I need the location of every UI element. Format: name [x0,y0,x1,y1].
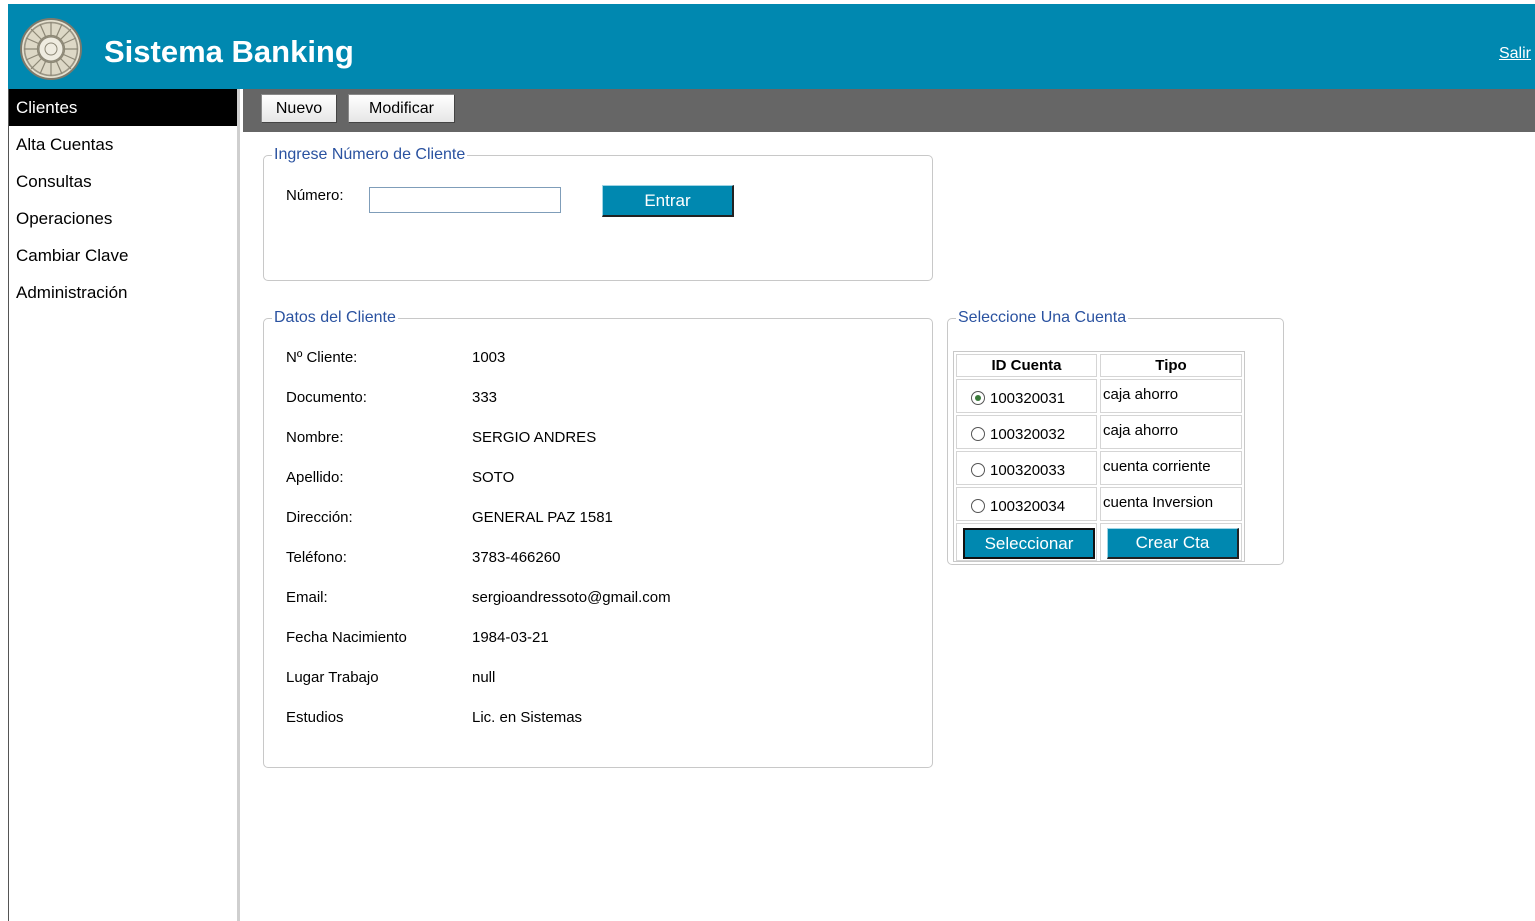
client-data-legend: Datos del Cliente [272,308,398,328]
account-id: 100320032 [990,426,1066,443]
sidebar-item-alta-cuentas[interactable]: Alta Cuentas [9,126,237,163]
client-id-label: Nº Cliente: [286,349,358,366]
account-select-panel: Seleccione Una Cuenta ID Cuenta Tipo 100… [947,308,1284,565]
modify-button[interactable]: Modificar [348,94,455,123]
account-id-cell: 100320031 [956,379,1097,413]
first-name-label: Nombre: [286,429,344,446]
select-account-button[interactable]: Seleccionar [963,528,1095,559]
create-button-cell: Crear Cta [1100,523,1242,561]
accounts-table: ID Cuenta Tipo 100320031 caja ahorro 100… [953,351,1245,562]
sidebar-item-operaciones[interactable]: Operaciones [9,200,237,237]
account-id-cell: 100320032 [956,415,1097,449]
sidebar-item-consultas[interactable]: Consultas [9,163,237,200]
app-title: Sistema Banking [104,34,354,69]
client-data-panel: Datos del Cliente Nº Cliente: 1003 Docum… [263,308,933,768]
logout-link[interactable]: Salir [1499,45,1531,63]
workplace-value: null [472,669,496,686]
account-type: cuenta Inversion [1103,494,1214,511]
create-account-button[interactable]: Crear Cta [1107,528,1239,559]
table-row: 100320033 cuenta corriente [954,449,1244,485]
birth-date-value: 1984-03-21 [472,629,549,646]
workplace-label: Lugar Trabajo [286,669,379,686]
account-radio[interactable] [971,391,985,405]
email-value: sergioandressoto@gmail.com [472,589,671,606]
table-row: 100320032 caja ahorro [954,413,1244,449]
account-type-cell: caja ahorro [1100,415,1242,449]
account-type-cell: caja ahorro [1100,379,1242,413]
account-type-cell: cuenta corriente [1100,451,1242,485]
action-toolbar: Nuevo Modificar [243,89,1535,132]
new-button[interactable]: Nuevo [261,94,337,123]
client-search-legend: Ingrese Número de Cliente [272,145,468,165]
address-value: GENERAL PAZ 1581 [472,509,613,526]
column-header-type: Tipo [1100,354,1242,377]
account-select-legend: Seleccione Una Cuenta [956,308,1129,328]
account-id-cell: 100320034 [956,487,1097,521]
birth-date-label: Fecha Nacimiento [286,629,407,646]
account-type: caja ahorro [1103,422,1179,439]
studies-value: Lic. en Sistemas [472,709,583,726]
app-header: Sistema Banking Salir [8,4,1535,89]
account-id-cell: 100320033 [956,451,1097,485]
client-id-value: 1003 [472,349,506,366]
select-button-cell: Seleccionar [956,523,1097,561]
number-label: Número: [286,187,344,204]
last-name-label: Apellido: [286,469,344,486]
account-type: cuenta corriente [1103,458,1211,475]
document-value: 333 [472,389,498,406]
last-name-value: SOTO [472,469,515,486]
address-label: Dirección: [286,509,353,526]
sidebar-nav: Clientes Alta Cuentas Consultas Operacio… [8,89,240,921]
account-radio[interactable] [971,427,985,441]
bank-seal-logo [20,18,82,80]
studies-label: Estudios [286,709,344,726]
sidebar-item-administracion[interactable]: Administración [9,274,237,311]
column-header-account-id: ID Cuenta [956,354,1097,377]
table-row: 100320031 caja ahorro [954,377,1244,413]
document-label: Documento: [286,389,367,406]
client-search-panel: Ingrese Número de Cliente Número: Entrar [263,145,933,281]
table-row: 100320034 cuenta Inversion [954,485,1244,521]
email-label: Email: [286,589,328,606]
account-id: 100320034 [990,498,1066,515]
accounts-actions-row: Seleccionar Crear Cta [954,521,1244,561]
phone-value: 3783-466260 [472,549,561,566]
account-radio[interactable] [971,499,985,513]
accounts-table-header: ID Cuenta Tipo [954,352,1244,377]
sidebar-item-cambiar-clave[interactable]: Cambiar Clave [9,237,237,274]
first-name-value: SERGIO ANDRES [472,429,597,446]
account-type-cell: cuenta Inversion [1100,487,1242,521]
account-radio[interactable] [971,463,985,477]
seal-rays-icon [24,22,78,76]
account-id: 100320033 [990,462,1066,479]
enter-button[interactable]: Entrar [602,185,734,217]
account-type: caja ahorro [1103,386,1179,403]
account-id: 100320031 [990,390,1066,407]
sidebar-item-clientes[interactable]: Clientes [9,89,237,126]
phone-label: Teléfono: [286,549,347,566]
client-number-input[interactable] [369,187,561,213]
